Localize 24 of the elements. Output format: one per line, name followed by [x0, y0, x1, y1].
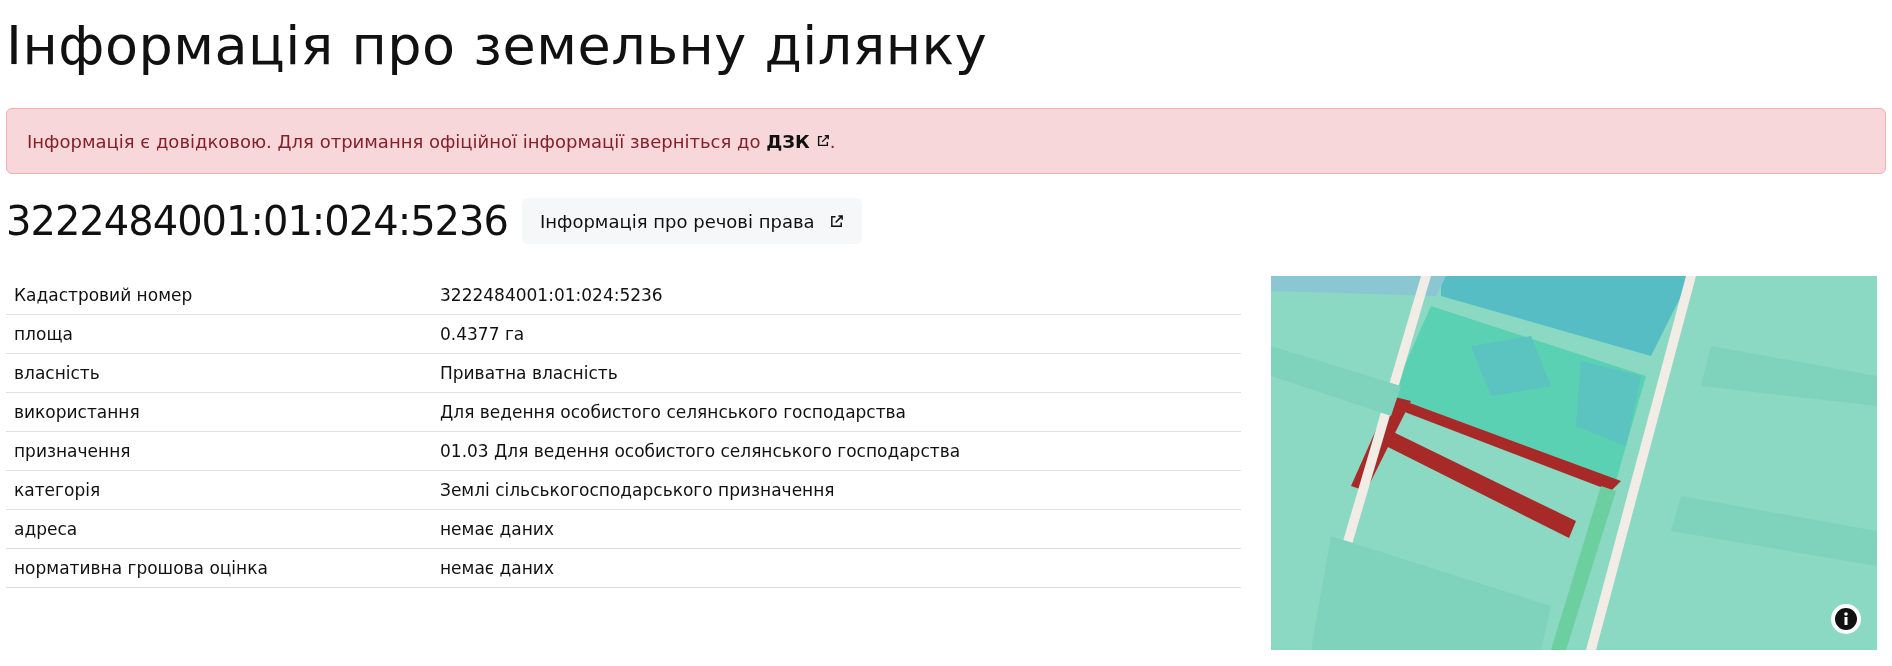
property-rights-button[interactable]: Інформація про речові права [521, 198, 862, 244]
property-label: площа [13, 324, 74, 344]
property-label: Кадастровий номер [13, 285, 194, 305]
property-value: немає даних [439, 519, 555, 539]
property-value: Для ведення особистого селянського господарства [439, 402, 908, 422]
cadastral-number-heading: 3222484001:01:024:5236 [6, 198, 508, 244]
alert-message: Інформація є довідковою. Для отримання офіційної інформації зверніться до ДЗК . [27, 130, 836, 152]
property-value: 3222484001:01:024:5236 [439, 285, 664, 305]
property-value: 0.4377 га [439, 324, 526, 344]
property-label: власність [13, 363, 101, 383]
property-value: Землі сільськогосподарського призначення [439, 480, 836, 500]
page-title: Інформація про земельну ділянку [6, 13, 989, 79]
property-value: Приватна власність [439, 363, 619, 383]
property-label: адреса [13, 519, 79, 539]
info-icon [1835, 608, 1857, 630]
property-label: використання [13, 402, 141, 422]
property-label: нормативна грошова оцінка [13, 558, 269, 578]
dzk-link[interactable]: ДЗК [766, 130, 830, 152]
property-label: категорія [13, 480, 102, 500]
external-link-icon [828, 213, 844, 229]
property-value: немає даних [439, 558, 555, 578]
property-label: призначення [13, 441, 132, 461]
property-value: 01.03 Для ведення особистого селянського господарства [439, 441, 962, 461]
external-link-icon [815, 134, 830, 148]
